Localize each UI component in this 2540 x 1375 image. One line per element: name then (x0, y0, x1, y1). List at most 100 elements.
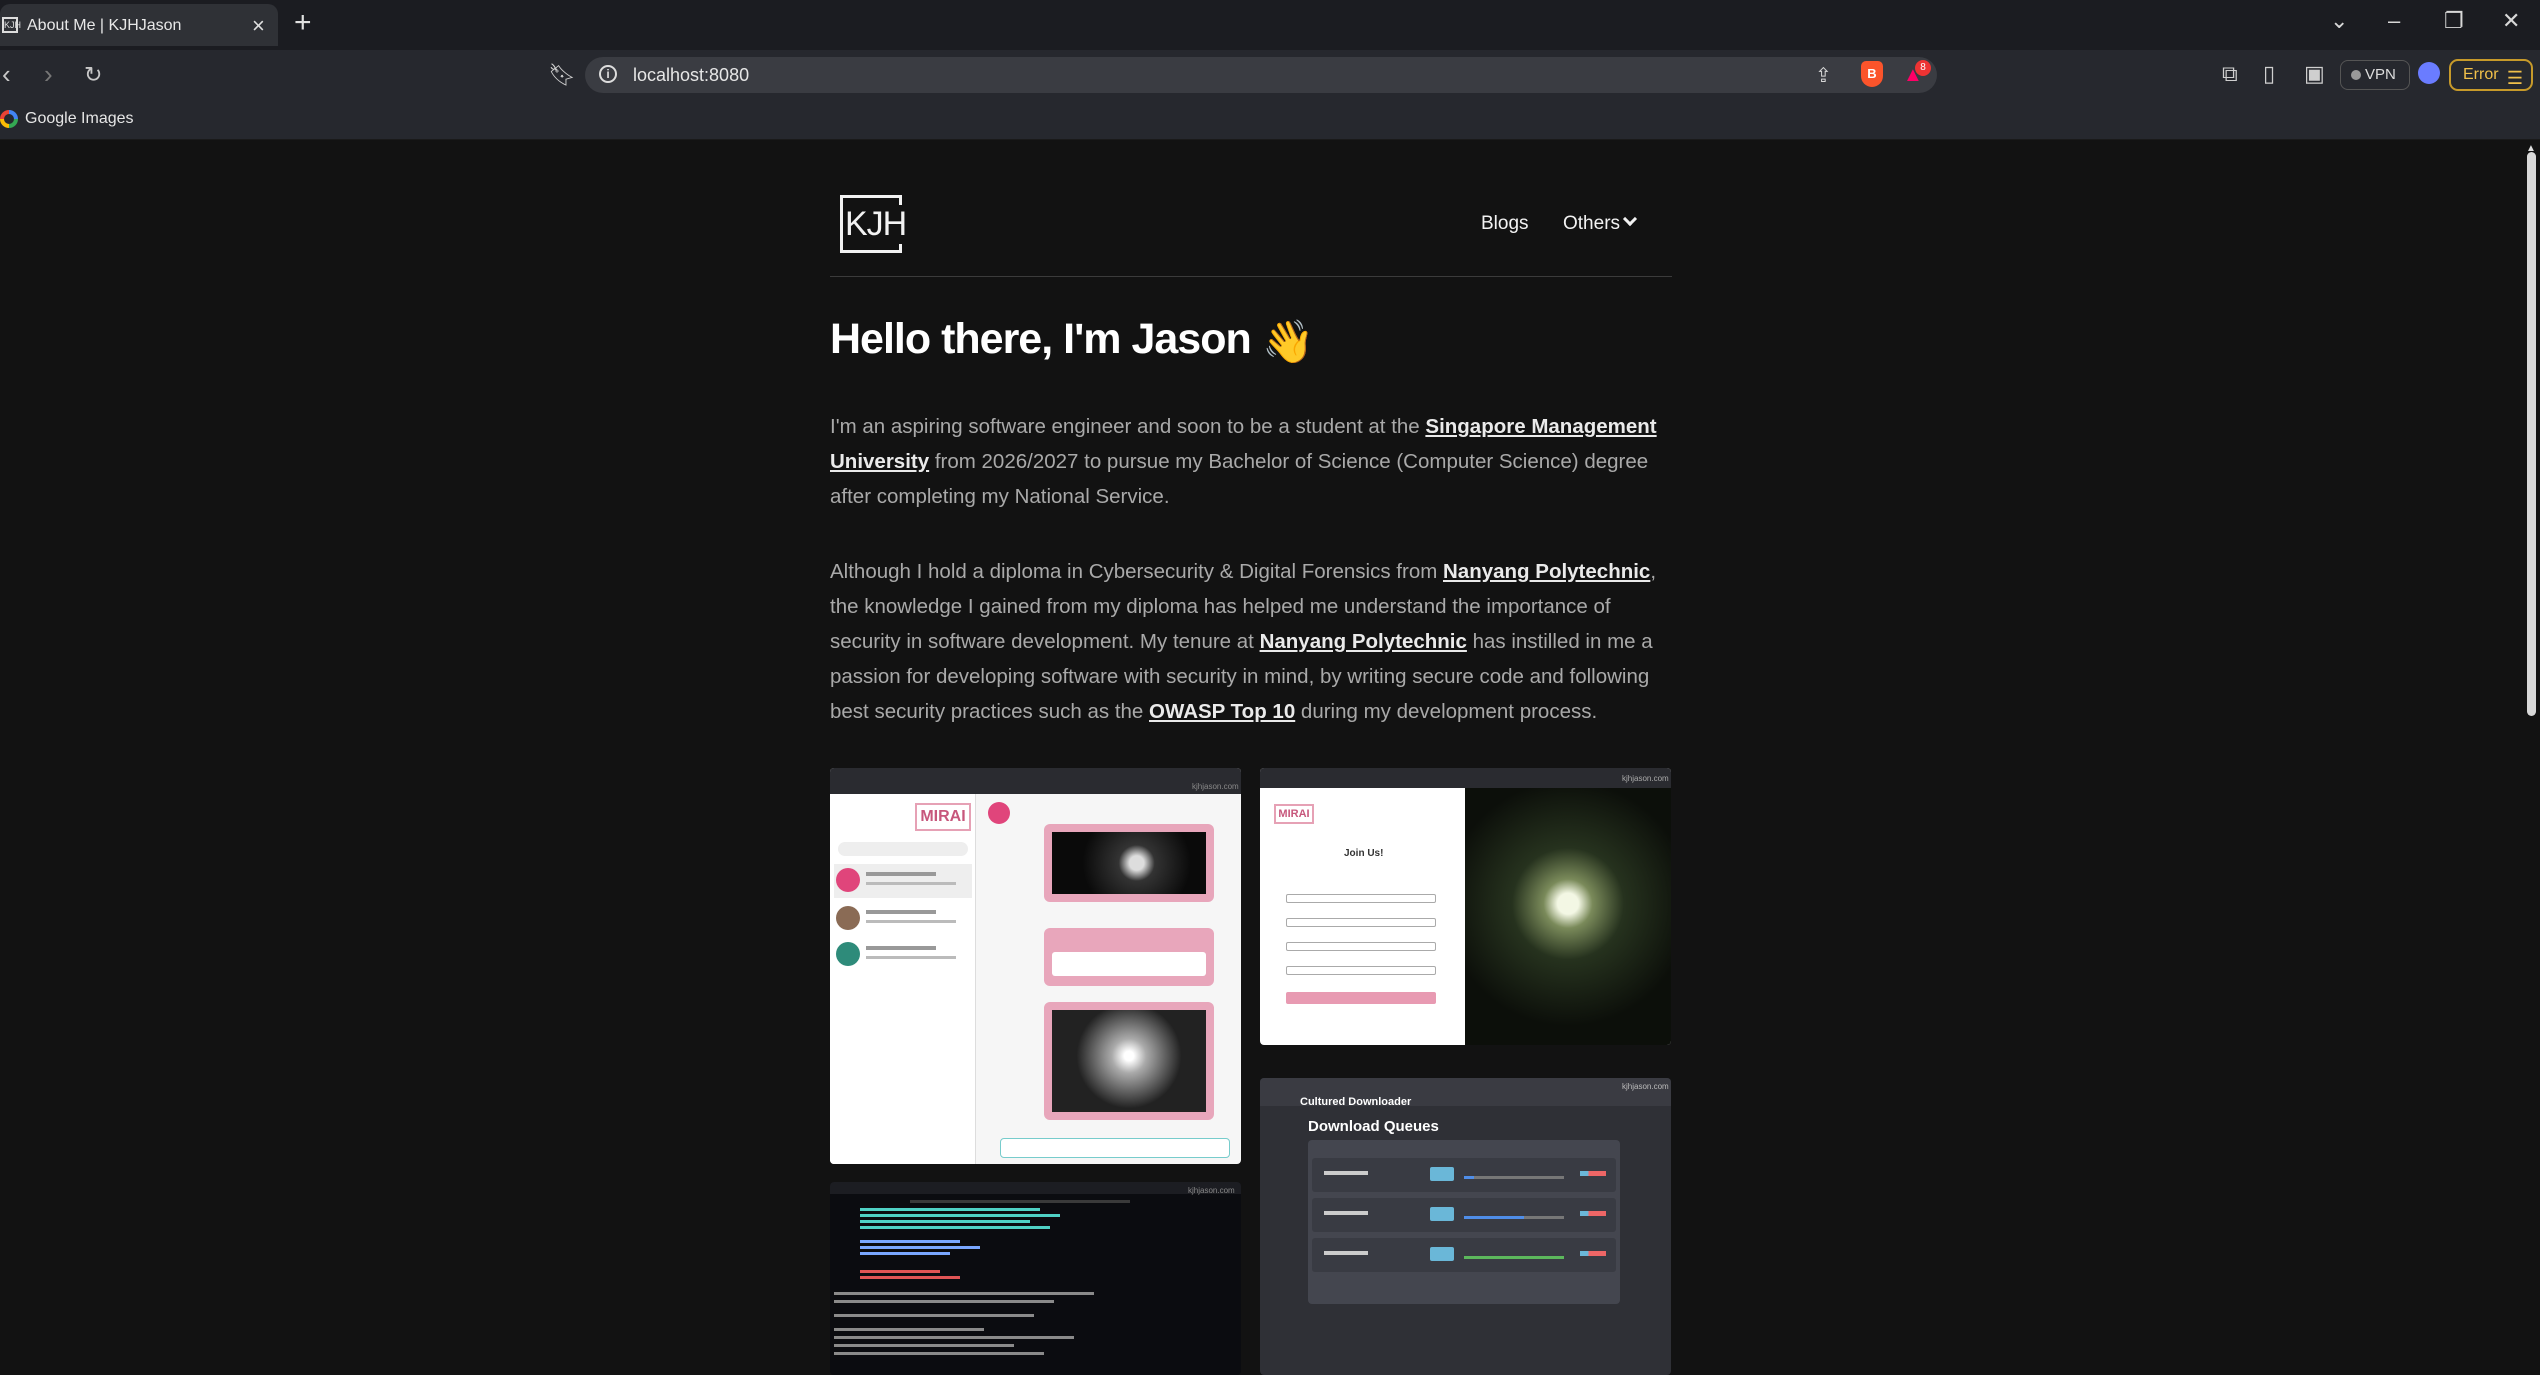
chat-video-message (1044, 1002, 1214, 1120)
form-field (1286, 918, 1436, 927)
bookmark-google-images[interactable]: Google Images (25, 110, 134, 128)
share-icon[interactable]: ⇪ (1815, 63, 1832, 88)
downloader-app-title: Cultured Downloader (1300, 1096, 1412, 1108)
download-row (1312, 1198, 1616, 1232)
vpn-status-icon (2351, 70, 2361, 80)
download-queue-table (1308, 1140, 1620, 1304)
intro-paragraph-2: Although I hold a diploma in Cybersecuri… (830, 554, 1672, 729)
google-icon (0, 110, 18, 128)
terminal-line (860, 1240, 960, 1243)
terminal-line (860, 1214, 1060, 1217)
join-title: Join Us! (1344, 848, 1384, 859)
screenshot-browser-chrome (1260, 768, 1671, 788)
address-bar[interactable]: i localhost:8080 ⇪ B ▲ 8 (585, 57, 1937, 93)
project-screenshot-terminal[interactable]: kjhjason.com (830, 1182, 1241, 1375)
screenshot-watermark: kjhjason.com (1622, 1082, 1669, 1091)
intro-text: I'm an aspiring software engineer and so… (830, 415, 1426, 438)
window-close-icon[interactable]: ✕ (2502, 8, 2520, 34)
tab-favicon-icon: KJH (2, 17, 21, 33)
chat-search-field (838, 842, 968, 856)
owasp-link[interactable]: OWASP Top 10 (1149, 700, 1295, 723)
wallet-icon[interactable]: ▣ (2304, 61, 2325, 87)
terminal-line (834, 1328, 984, 1331)
download-queues-heading: Download Queues (1308, 1118, 1439, 1135)
chat-header-avatar (988, 802, 1010, 824)
download-row (1312, 1158, 1616, 1192)
bookmarks-bar: Google Images (0, 100, 2540, 140)
terminal-line (860, 1252, 950, 1255)
terminal-line (834, 1300, 1054, 1303)
new-tab-icon[interactable]: + (294, 6, 312, 40)
page-title: Hello there, I'm Jason (830, 315, 1252, 363)
chat-list-item (834, 902, 972, 936)
project-screenshot-chat-app[interactable]: MIRAI kjhjason.com (830, 768, 1241, 1164)
reload-icon[interactable]: ↻ (84, 62, 102, 88)
menu-icon: ☰ (2506, 68, 2523, 88)
terminal-line (860, 1276, 960, 1279)
error-menu-button[interactable]: Error ☰ (2449, 59, 2533, 91)
register-button-graphic (1286, 992, 1436, 1004)
form-field (1286, 894, 1436, 903)
terminal-line (860, 1246, 980, 1249)
chat-brand-logo: MIRAI (915, 803, 971, 831)
profile-icon[interactable] (2418, 62, 2440, 84)
screenshot-watermark: kjhjason.com (1622, 774, 1669, 783)
nyp-link[interactable]: Nanyang Polytechnic (1443, 560, 1650, 583)
back-icon[interactable]: ‹ (2, 59, 11, 90)
terminal-line (834, 1352, 1044, 1355)
extensions-icon[interactable]: ⧉ (2222, 61, 2238, 87)
brave-shields-icon[interactable]: B (1861, 61, 1883, 87)
project-screenshot-join-form[interactable]: MIRAI Join Us! kjhjason.com (1260, 768, 1671, 1045)
intro-text: Although I hold a diploma in Cybersecuri… (830, 560, 1443, 583)
browser-tab-strip: KJH About Me | KJHJason × + ⌄ – ❐ ✕ (0, 0, 2540, 50)
nav-blogs-link[interactable]: Blogs (1481, 213, 1529, 235)
bookmark-page-icon[interactable]: 🔖︎ (548, 62, 576, 88)
intro-text: during my development process. (1295, 700, 1598, 723)
chat-list-item (834, 864, 972, 898)
chat-audio-message (1044, 928, 1214, 986)
scrollbar-thumb[interactable] (2527, 152, 2536, 716)
screenshot-watermark: kjhjason.com (1192, 782, 1239, 791)
rewards-count-badge: 8 (1915, 60, 1931, 76)
nyp-link-2[interactable]: Nanyang Polytechnic (1260, 630, 1467, 653)
vpn-button[interactable]: VPN (2340, 60, 2410, 90)
forward-icon[interactable]: › (44, 59, 53, 90)
terminal-line (834, 1314, 1034, 1317)
form-field (1286, 942, 1436, 951)
sidebar-icon[interactable]: ▯ (2263, 61, 2275, 87)
browser-tab-active[interactable]: KJH About Me | KJHJason × (0, 4, 278, 46)
vpn-label: VPN (2365, 66, 2396, 83)
tab-title: About Me | KJHJason (27, 17, 182, 34)
terminal-line (910, 1200, 1130, 1203)
url-text[interactable]: localhost:8080 (633, 65, 749, 86)
terminal-line (860, 1220, 1030, 1223)
site-info-icon[interactable]: i (599, 65, 617, 83)
chat-list-item (834, 938, 972, 972)
site-logo[interactable]: KJH (840, 195, 907, 253)
form-field (1286, 966, 1436, 975)
terminal-line (834, 1292, 1094, 1295)
restore-icon[interactable]: ❐ (2444, 8, 2464, 34)
screenshot-browser-chrome (830, 768, 1241, 794)
project-screenshot-downloader[interactable]: Cultured Downloader Download Queues kjhj… (1260, 1078, 1671, 1375)
header-divider (830, 276, 1672, 277)
chat-message-input (1000, 1138, 1230, 1158)
waving-hand-icon: 👋 (1262, 318, 1315, 365)
join-brand-logo: MIRAI (1274, 804, 1314, 824)
nav-others-dropdown[interactable]: Others (1563, 213, 1620, 235)
tab-close-icon[interactable]: × (252, 13, 265, 39)
decorative-photo (1465, 788, 1671, 1045)
intro-text: from 2026/2027 to pursue my Bachelor of … (830, 450, 1649, 508)
terminal-line (860, 1208, 1040, 1211)
terminal-line (834, 1344, 1014, 1347)
tab-search-chevron-icon[interactable]: ⌄ (2330, 8, 2348, 34)
brave-rewards-icon[interactable]: ▲ 8 (1903, 60, 1931, 87)
minimize-icon[interactable]: – (2388, 8, 2400, 34)
error-label: Error (2463, 66, 2499, 83)
screenshot-watermark: kjhjason.com (1188, 1186, 1235, 1195)
terminal-line (834, 1336, 1074, 1339)
terminal-line (860, 1226, 1050, 1229)
intro-paragraph-1: I'm an aspiring software engineer and so… (830, 409, 1672, 514)
terminal-line (860, 1270, 940, 1273)
chat-image-message (1044, 824, 1214, 902)
